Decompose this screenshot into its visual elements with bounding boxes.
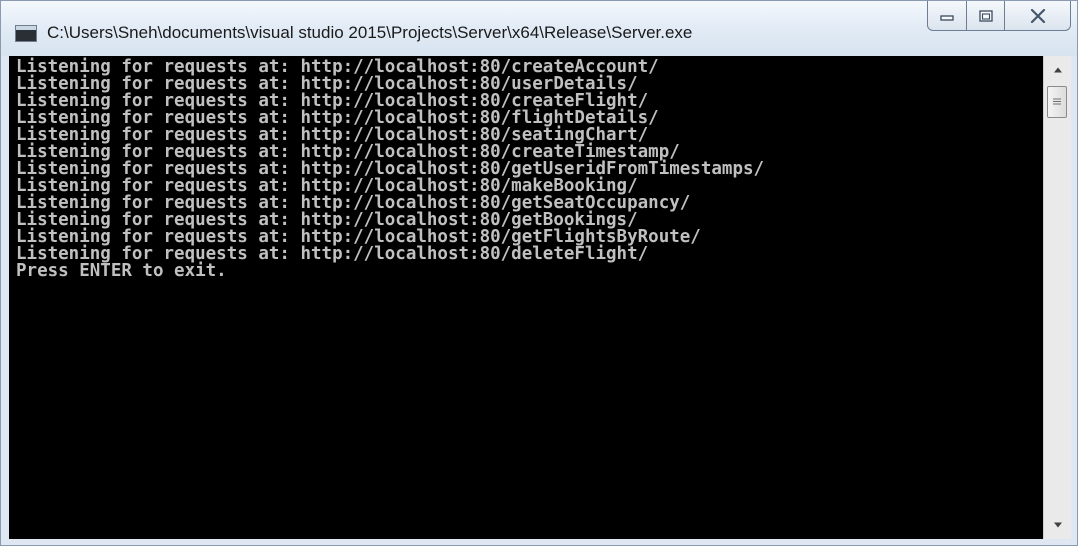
minimize-button[interactable]	[927, 1, 967, 31]
close-icon	[1030, 8, 1045, 23]
console-output[interactable]: Listening for requests at: http://localh…	[9, 56, 1043, 539]
chevron-up-icon	[1053, 67, 1062, 73]
maximize-button[interactable]	[967, 1, 1005, 31]
scroll-up-button[interactable]	[1044, 60, 1071, 80]
scroll-down-button[interactable]	[1044, 515, 1071, 535]
scroll-thumb[interactable]	[1047, 86, 1067, 118]
console-text: Listening for requests at: http://localh…	[9, 56, 1043, 280]
window-title: C:\Users\Sneh\documents\visual studio 20…	[47, 23, 693, 42]
console-line: Press ENTER to exit.	[16, 261, 227, 281]
close-button[interactable]	[1005, 1, 1071, 31]
maximize-icon	[978, 9, 993, 22]
console-app-icon[interactable]	[15, 25, 37, 42]
grip-icon	[1053, 98, 1061, 105]
title-bar[interactable]: C:\Users\Sneh\documents\visual studio 20…	[1, 1, 1077, 56]
caption-buttons	[927, 1, 1071, 33]
chevron-down-icon	[1053, 522, 1062, 528]
console-window: C:\Users\Sneh\documents\visual studio 20…	[0, 0, 1078, 546]
minimize-icon	[940, 14, 954, 21]
vertical-scrollbar[interactable]	[1043, 56, 1071, 539]
